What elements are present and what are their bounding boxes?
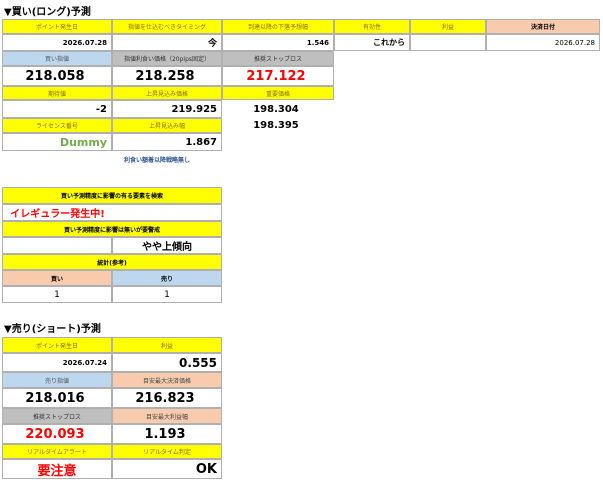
long-profit[interactable] <box>410 34 486 51</box>
short-stop-loss[interactable]: 220.093 <box>2 424 112 444</box>
irregular-header-1[interactable]: 買い予測精度に影響の有る要素を検索 <box>2 187 222 204</box>
long-expected-low[interactable]: 1.546 <box>222 34 334 51</box>
long-header-license[interactable]: ライセンス番号 <box>2 118 112 133</box>
long-header-expected[interactable]: 期待値 <box>2 86 112 100</box>
short-section-title: ▼売り(ショート)予測 <box>4 324 101 335</box>
short-header-stop[interactable]: 推奨ストップロス <box>2 408 112 424</box>
short-max-price[interactable]: 216.823 <box>112 388 222 408</box>
long-important-1: 198.304 <box>253 103 299 115</box>
long-section-title: ▼買い(ロング)予測 <box>4 7 91 18</box>
stats-header[interactable]: 統計(参考) <box>2 254 222 270</box>
long-spread-entry[interactable]: 218.258 <box>112 66 222 86</box>
long-upper[interactable]: 219.925 <box>112 100 222 118</box>
long-valid[interactable]: これから <box>334 34 410 51</box>
irregular-header-2[interactable]: 買い予測精度に影響は無いが要警戒 <box>2 221 222 237</box>
irregular-alert[interactable]: イレギュラー発生中! <box>2 204 112 221</box>
long-settle-date[interactable]: 2026.07.28 <box>486 34 600 51</box>
long-important-2: 198.395 <box>253 120 299 131</box>
long-header-upper-width[interactable]: 上昇見込み幅 <box>112 118 222 133</box>
short-header-profit[interactable]: 利益 <box>112 337 222 353</box>
long-header-entry-timing[interactable]: 指値を仕込むべきタイミング <box>112 19 222 34</box>
long-header-stop[interactable]: 推奨ストップロス <box>222 51 334 66</box>
long-stop-loss[interactable]: 217.122 <box>222 66 334 86</box>
realtime-alert[interactable]: 要注意 <box>2 459 112 479</box>
stats-buy-count[interactable]: 1 <box>2 286 112 303</box>
long-header-settle-date[interactable]: 決済日付 <box>486 19 600 34</box>
long-header-point-date[interactable]: ポイント発生日 <box>2 19 112 34</box>
long-buy-entry[interactable]: 218.058 <box>2 66 112 86</box>
short-header-sell-entry[interactable]: 売り指値 <box>2 372 112 388</box>
license-number[interactable]: Dummy <box>2 133 112 151</box>
short-header-max-profit[interactable]: 目安最大利益幅 <box>112 408 222 424</box>
stats-sell-count[interactable]: 1 <box>112 286 222 303</box>
short-profit[interactable]: 0.555 <box>112 353 222 372</box>
short-header-max-price[interactable]: 目安最大決済価格 <box>112 372 222 388</box>
irregular-trend-blank[interactable] <box>2 237 112 254</box>
stats-sell-label[interactable]: 売り <box>112 270 222 286</box>
short-sell-entry[interactable]: 218.016 <box>2 388 112 408</box>
long-header-expected-low[interactable]: 到達以降の下落予想幅 <box>222 19 334 34</box>
long-header-valid[interactable]: 有効性 <box>334 19 410 34</box>
realtime-judge[interactable]: OK <box>112 459 222 479</box>
long-point-date[interactable]: 2026.07.28 <box>2 34 112 51</box>
short-header-point-date[interactable]: ポイント発生日 <box>2 337 112 353</box>
long-header-profit[interactable]: 利益 <box>410 19 486 34</box>
irregular-trend[interactable]: やや上傾向 <box>112 237 222 254</box>
long-header-important[interactable]: 重要価格 <box>222 86 334 100</box>
long-upper-width[interactable]: 1.867 <box>112 133 222 151</box>
long-strategy-note: 利食い額着以降戦略無し <box>124 157 191 164</box>
long-entry-timing[interactable]: 今 <box>112 34 222 51</box>
long-header-upper[interactable]: 上昇見込み価格 <box>112 86 222 100</box>
long-header-spread-entry[interactable]: 指値利食い価格（20pips固定） <box>112 51 222 66</box>
short-max-profit[interactable]: 1.193 <box>112 424 222 444</box>
short-header-alert[interactable]: リアルタイムアラート <box>2 444 112 459</box>
irregular-alert-blank[interactable] <box>112 204 222 221</box>
short-header-judge[interactable]: リアルタイム判定 <box>112 444 222 459</box>
long-expected[interactable]: -2 <box>2 100 112 118</box>
long-header-buy-entry[interactable]: 買い指値 <box>2 51 112 66</box>
stats-buy-label[interactable]: 買い <box>2 270 112 286</box>
short-point-date[interactable]: 2026.07.24 <box>2 353 112 372</box>
